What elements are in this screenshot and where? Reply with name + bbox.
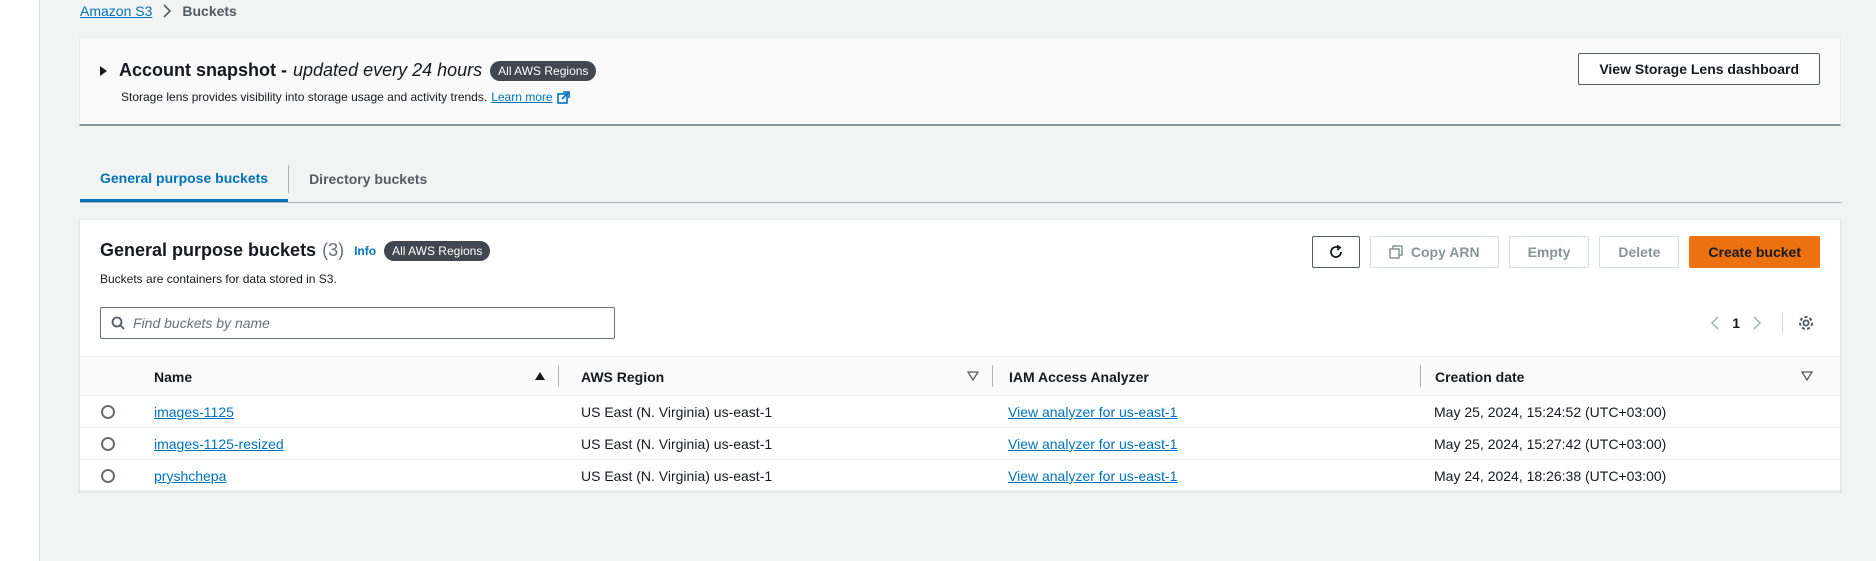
account-snapshot-description: Storage lens provides visibility into st…: [121, 90, 488, 104]
copy-arn-label: Copy ARN: [1410, 244, 1480, 260]
regions-badge: All AWS Regions: [490, 60, 597, 81]
column-label-creation-date: Creation date: [1435, 369, 1525, 385]
create-bucket-button[interactable]: Create bucket: [1689, 236, 1820, 268]
buckets-panel: General purpose buckets (3) Info All AWS…: [79, 219, 1841, 492]
analyzer-cell: View analyzer for us-east-1: [1008, 460, 1177, 492]
tab-general-purpose-buckets[interactable]: General purpose buckets: [80, 156, 289, 202]
view-analyzer-link[interactable]: View analyzer for us-east-1: [1008, 404, 1177, 420]
chevron-right-icon: [162, 4, 172, 18]
buckets-panel-header: General purpose buckets (3) Info All AWS…: [100, 240, 491, 261]
account-snapshot-title: Account snapshot -: [119, 60, 288, 80]
table-row[interactable]: images-1125 US East (N. Virginia) us-eas…: [80, 396, 1840, 428]
learn-more-link[interactable]: Learn more: [491, 90, 552, 104]
analyzer-cell: View analyzer for us-east-1: [1008, 428, 1177, 460]
view-storage-lens-dashboard-button[interactable]: View Storage Lens dashboard: [1578, 53, 1820, 85]
left-navigation-rail: [0, 0, 40, 561]
breadcrumb-current: Buckets: [182, 3, 237, 19]
column-header-iam-access-analyzer[interactable]: IAM Access Analyzer: [1009, 357, 1421, 397]
bucket-name-cell: pryshchepa: [154, 460, 226, 492]
region-cell: US East (N. Virginia) us-east-1: [581, 436, 773, 452]
copy-icon: [1389, 245, 1403, 259]
info-link[interactable]: Info: [354, 244, 376, 258]
account-snapshot-subtitle: updated every 24 hours: [293, 60, 483, 80]
search-icon: [111, 316, 125, 330]
chevron-right-icon[interactable]: [1752, 315, 1762, 331]
delete-button[interactable]: Delete: [1599, 236, 1680, 268]
sort-descending-icon[interactable]: [967, 371, 979, 381]
radio-button[interactable]: [101, 469, 115, 483]
column-divider[interactable]: [992, 365, 993, 387]
table-header: Name AWS Region IAM Access Analyzer Crea…: [80, 356, 1840, 396]
regions-badge: All AWS Regions: [384, 240, 491, 261]
breadcrumb: Amazon S3 Buckets: [80, 2, 237, 20]
column-label-name: Name: [154, 369, 193, 385]
column-header-creation-date[interactable]: Creation date: [1435, 357, 1825, 397]
account-snapshot-panel: Account snapshot - updated every 24 hour…: [79, 37, 1841, 126]
radio-button[interactable]: [101, 405, 115, 419]
panel-title: General purpose buckets: [100, 240, 317, 260]
region-cell: US East (N. Virginia) us-east-1: [581, 468, 773, 484]
column-label-region: AWS Region: [581, 369, 665, 385]
view-analyzer-link[interactable]: View analyzer for us-east-1: [1008, 436, 1177, 452]
view-analyzer-link[interactable]: View analyzer for us-east-1: [1008, 468, 1177, 484]
creation-date-cell: May 25, 2024, 15:27:42 (UTC+03:00): [1434, 436, 1667, 452]
table-row[interactable]: pryshchepa US East (N. Virginia) us-east…: [80, 460, 1840, 492]
row-select-radio[interactable]: [101, 428, 115, 460]
account-snapshot-description-row: Storage lens provides visibility into st…: [121, 90, 570, 104]
buckets-table: Name AWS Region IAM Access Analyzer Crea…: [80, 356, 1840, 492]
bucket-actions: Copy ARN Empty Delete Create bucket: [1311, 236, 1820, 268]
empty-button[interactable]: Empty: [1508, 236, 1590, 268]
bucket-name-link[interactable]: images-1125-resized: [154, 436, 284, 452]
region-cell: US East (N. Virginia) us-east-1: [581, 404, 773, 420]
radio-button[interactable]: [101, 437, 115, 451]
account-snapshot-toggle[interactable]: Account snapshot - updated every 24 hour…: [100, 60, 597, 81]
column-divider[interactable]: [558, 365, 559, 387]
refresh-button[interactable]: [1311, 236, 1360, 268]
bucket-name-cell: images-1125-resized: [154, 428, 284, 460]
breadcrumb-amazon-s3-link[interactable]: Amazon S3: [80, 3, 152, 19]
bucket-count: (3): [322, 240, 345, 260]
external-link-icon: [556, 90, 570, 104]
row-select-radio[interactable]: [101, 396, 115, 428]
bucket-type-tabs: General purpose buckets Directory bucket…: [80, 156, 1842, 203]
search-field[interactable]: [100, 307, 615, 339]
bucket-name-link[interactable]: pryshchepa: [154, 468, 226, 484]
tab-directory-buckets[interactable]: Directory buckets: [289, 156, 447, 202]
panel-description: Buckets are containers for data stored i…: [100, 272, 337, 286]
bucket-name-link[interactable]: images-1125: [154, 404, 234, 420]
column-label-iam-access-analyzer: IAM Access Analyzer: [1009, 369, 1149, 385]
chevron-left-icon[interactable]: [1710, 315, 1720, 331]
sort-descending-icon[interactable]: [1801, 371, 1813, 381]
copy-arn-button[interactable]: Copy ARN: [1369, 236, 1499, 268]
search-input[interactable]: [133, 315, 583, 331]
refresh-icon: [1328, 244, 1344, 260]
pager-divider: [1782, 312, 1783, 334]
column-header-name[interactable]: Name: [154, 357, 564, 397]
analyzer-cell: View analyzer for us-east-1: [1008, 396, 1177, 428]
sort-ascending-icon[interactable]: [534, 371, 546, 381]
column-divider[interactable]: [1420, 365, 1421, 387]
creation-date-cell: May 25, 2024, 15:24:52 (UTC+03:00): [1434, 404, 1667, 420]
settings-gear-icon[interactable]: [1797, 314, 1815, 332]
pagination: 1: [1710, 312, 1815, 334]
column-header-region[interactable]: AWS Region: [581, 357, 993, 397]
current-page[interactable]: 1: [1732, 315, 1740, 331]
bucket-name-cell: images-1125: [154, 396, 234, 428]
row-select-radio[interactable]: [101, 460, 115, 492]
table-row[interactable]: images-1125-resized US East (N. Virginia…: [80, 428, 1840, 460]
creation-date-cell: May 24, 2024, 18:26:38 (UTC+03:00): [1434, 468, 1667, 484]
caret-right-icon: [100, 65, 107, 76]
